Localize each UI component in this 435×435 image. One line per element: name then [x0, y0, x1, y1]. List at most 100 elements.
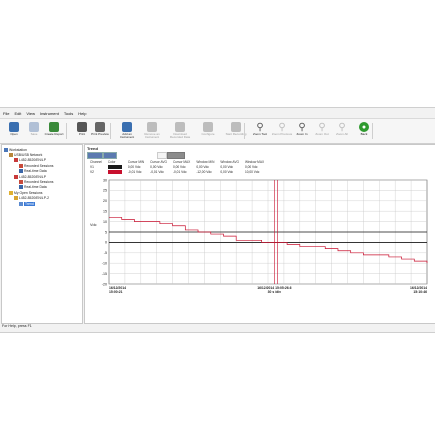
tree-node-label: L452-8520/EN/LP: [19, 158, 46, 163]
toolbar-separator: [372, 123, 373, 139]
configure-button[interactable]: Configure: [196, 121, 220, 142]
tree-node[interactable]: Recorded Sessions: [19, 163, 53, 168]
y-tick-label: 30: [103, 178, 107, 182]
x-tick-time: 30 s /div: [268, 290, 281, 294]
network-icon: [9, 152, 13, 157]
tree-node[interactable]: My Open Sessions: [9, 190, 42, 195]
tree-node-label: Recorded Sessions: [24, 179, 54, 184]
add-instrument-button[interactable]: Add an Instrument: [115, 121, 139, 142]
y-tick-label: 10: [103, 220, 107, 224]
y-axis-label: Vdc: [90, 223, 97, 227]
toolbar-label: Add an Instrument: [119, 132, 135, 140]
value-cell: -0,01 Vdc: [127, 170, 142, 174]
empty-field[interactable]: [157, 152, 167, 159]
color-cell: [105, 170, 125, 175]
tree-node-label: Real-time Data: [24, 169, 47, 174]
zoom-tool-icon: ⚲: [256, 121, 264, 133]
value-cell: -0,01 Vdc: [150, 170, 164, 174]
tree-node-label: Real-time Data: [24, 185, 47, 190]
realtime-data-icon: [19, 169, 23, 174]
realtime-data-icon: [19, 185, 23, 190]
toolbar-label: Zoom Tool: [253, 132, 267, 136]
menu-item-instrument[interactable]: Instrument: [40, 111, 59, 116]
values-table: Channel Color Cursor MIN Cursor AVG Cursor M…: [87, 160, 267, 175]
value-cell: 10,00 Vdc: [244, 170, 260, 174]
tree-node-label: Workstation: [9, 147, 27, 152]
menu-item-tools[interactable]: Tools: [64, 111, 73, 116]
y-tick-label: -5: [104, 251, 107, 255]
remove-instrument-icon: [147, 122, 157, 132]
zoom-tool-button[interactable]: ⚲ Zoom Tool: [248, 121, 272, 142]
tree-node[interactable]: L452-8520/EN/LP: [14, 158, 46, 163]
add-instrument-icon: [122, 122, 132, 132]
tree-node-label: L452-8520/EN/LP-2: [19, 196, 49, 201]
scale-button[interactable]: [167, 152, 185, 159]
toolbar-separator: [66, 123, 67, 139]
tree-node-label: Trend: [24, 201, 35, 206]
zoom-all-button[interactable]: ⚲ Zoom All: [330, 121, 354, 142]
tree-node[interactable]: Workstation: [4, 147, 27, 152]
color-swatch: [107, 165, 122, 170]
trend-panel: Trend Channel Color Cursor MIN Cursor AVG Cu…: [84, 144, 435, 324]
trend-chart[interactable]: 302520151050-5-10-15-20Vdc16/12/201415:0…: [87, 176, 433, 301]
channel-cell: V2: [90, 170, 94, 174]
report-icon: [49, 122, 59, 132]
y-tick-label: 20: [103, 199, 107, 203]
remove-instrument-button[interactable]: Remove an Instrument: [140, 121, 164, 142]
download-button[interactable]: Download Recorded Data: [168, 121, 192, 142]
toolbar-label: Download Recorded Data: [169, 132, 191, 140]
application-window: File Edit View Instrument Tools Help Open Save…: [0, 107, 435, 333]
open-sessions-icon: [9, 190, 13, 195]
tree-node[interactable]: Recorded Sessions: [19, 179, 53, 184]
recorded-sessions-icon: [19, 163, 23, 168]
value-cell: 0,00 Vdc: [220, 170, 233, 174]
toolbar-label: Configure: [201, 132, 215, 136]
instrument-tree[interactable]: Workstation USB/USB Network L452-8520/EN/L…: [1, 144, 83, 324]
x-tick-time: 15:00:21: [109, 290, 123, 294]
table-row[interactable]: V2 -0,01 Vdc -0,01 Vdc -0,01 Vdc -12,00 Vdc 0…: [87, 170, 267, 175]
instrument-icon: [14, 174, 18, 179]
channel-select[interactable]: [87, 152, 103, 159]
x-tick-time: 15:10:46: [413, 290, 427, 294]
zoom-all-icon: ⚲: [338, 121, 346, 133]
y-tick-label: -20: [102, 282, 107, 286]
menu-item-edit[interactable]: Edit: [14, 111, 21, 116]
zoom-previous-icon: ⚲: [278, 121, 286, 133]
status-bar-text: For Help, press F1: [2, 324, 32, 328]
y-tick-label: -10: [102, 262, 107, 266]
toolbar-label: Zoom All: [336, 132, 348, 136]
workstation-icon: [4, 147, 8, 152]
tree-node[interactable]: Trend: [19, 201, 35, 206]
trend-controls: [87, 152, 427, 159]
zoom-in-icon: ⚲: [298, 121, 306, 133]
tree-node[interactable]: Real-time Data: [19, 169, 47, 174]
menu-item-help[interactable]: Help: [78, 111, 86, 116]
menu-item-file[interactable]: File: [3, 111, 9, 116]
y-tick-label: 15: [103, 210, 107, 214]
session-icon: [14, 196, 18, 201]
toolbar-label: Remove an Instrument: [144, 132, 160, 140]
channel-select-secondary[interactable]: [103, 152, 117, 159]
tree-node-label: USB/USB Network: [14, 152, 43, 157]
trend-icon: [19, 201, 23, 206]
save-icon: [29, 122, 39, 132]
toolbar-separator: [110, 123, 111, 139]
menu-bar: File Edit View Instrument Tools Help: [0, 109, 435, 117]
tree-node[interactable]: Real-time Data: [19, 185, 47, 190]
tree-node[interactable]: USB/USB Network: [9, 152, 42, 157]
print-preview-icon: [95, 122, 105, 132]
value-cell: -12,00 Vdc: [196, 170, 212, 174]
menu-item-view[interactable]: View: [26, 111, 35, 116]
panel-title: Trend: [87, 146, 98, 151]
y-tick-label: 25: [103, 189, 107, 193]
instrument-icon: [14, 158, 18, 163]
tree-node[interactable]: L452-8520/EN/LP: [14, 174, 46, 179]
print-preview-button[interactable]: Print Preview: [88, 121, 112, 142]
tree-node[interactable]: L452-8520/EN/LP-2: [14, 196, 49, 201]
tree-node-label: Recorded Sessions: [24, 163, 54, 168]
tree-node-label: L452-8520/EN/LP: [19, 174, 46, 179]
folder-icon: [9, 122, 19, 132]
report-button[interactable]: Create Report: [42, 121, 66, 142]
tree-node-label: My Open Sessions: [14, 190, 43, 195]
value-cell: -0,01 Vdc: [172, 170, 187, 174]
